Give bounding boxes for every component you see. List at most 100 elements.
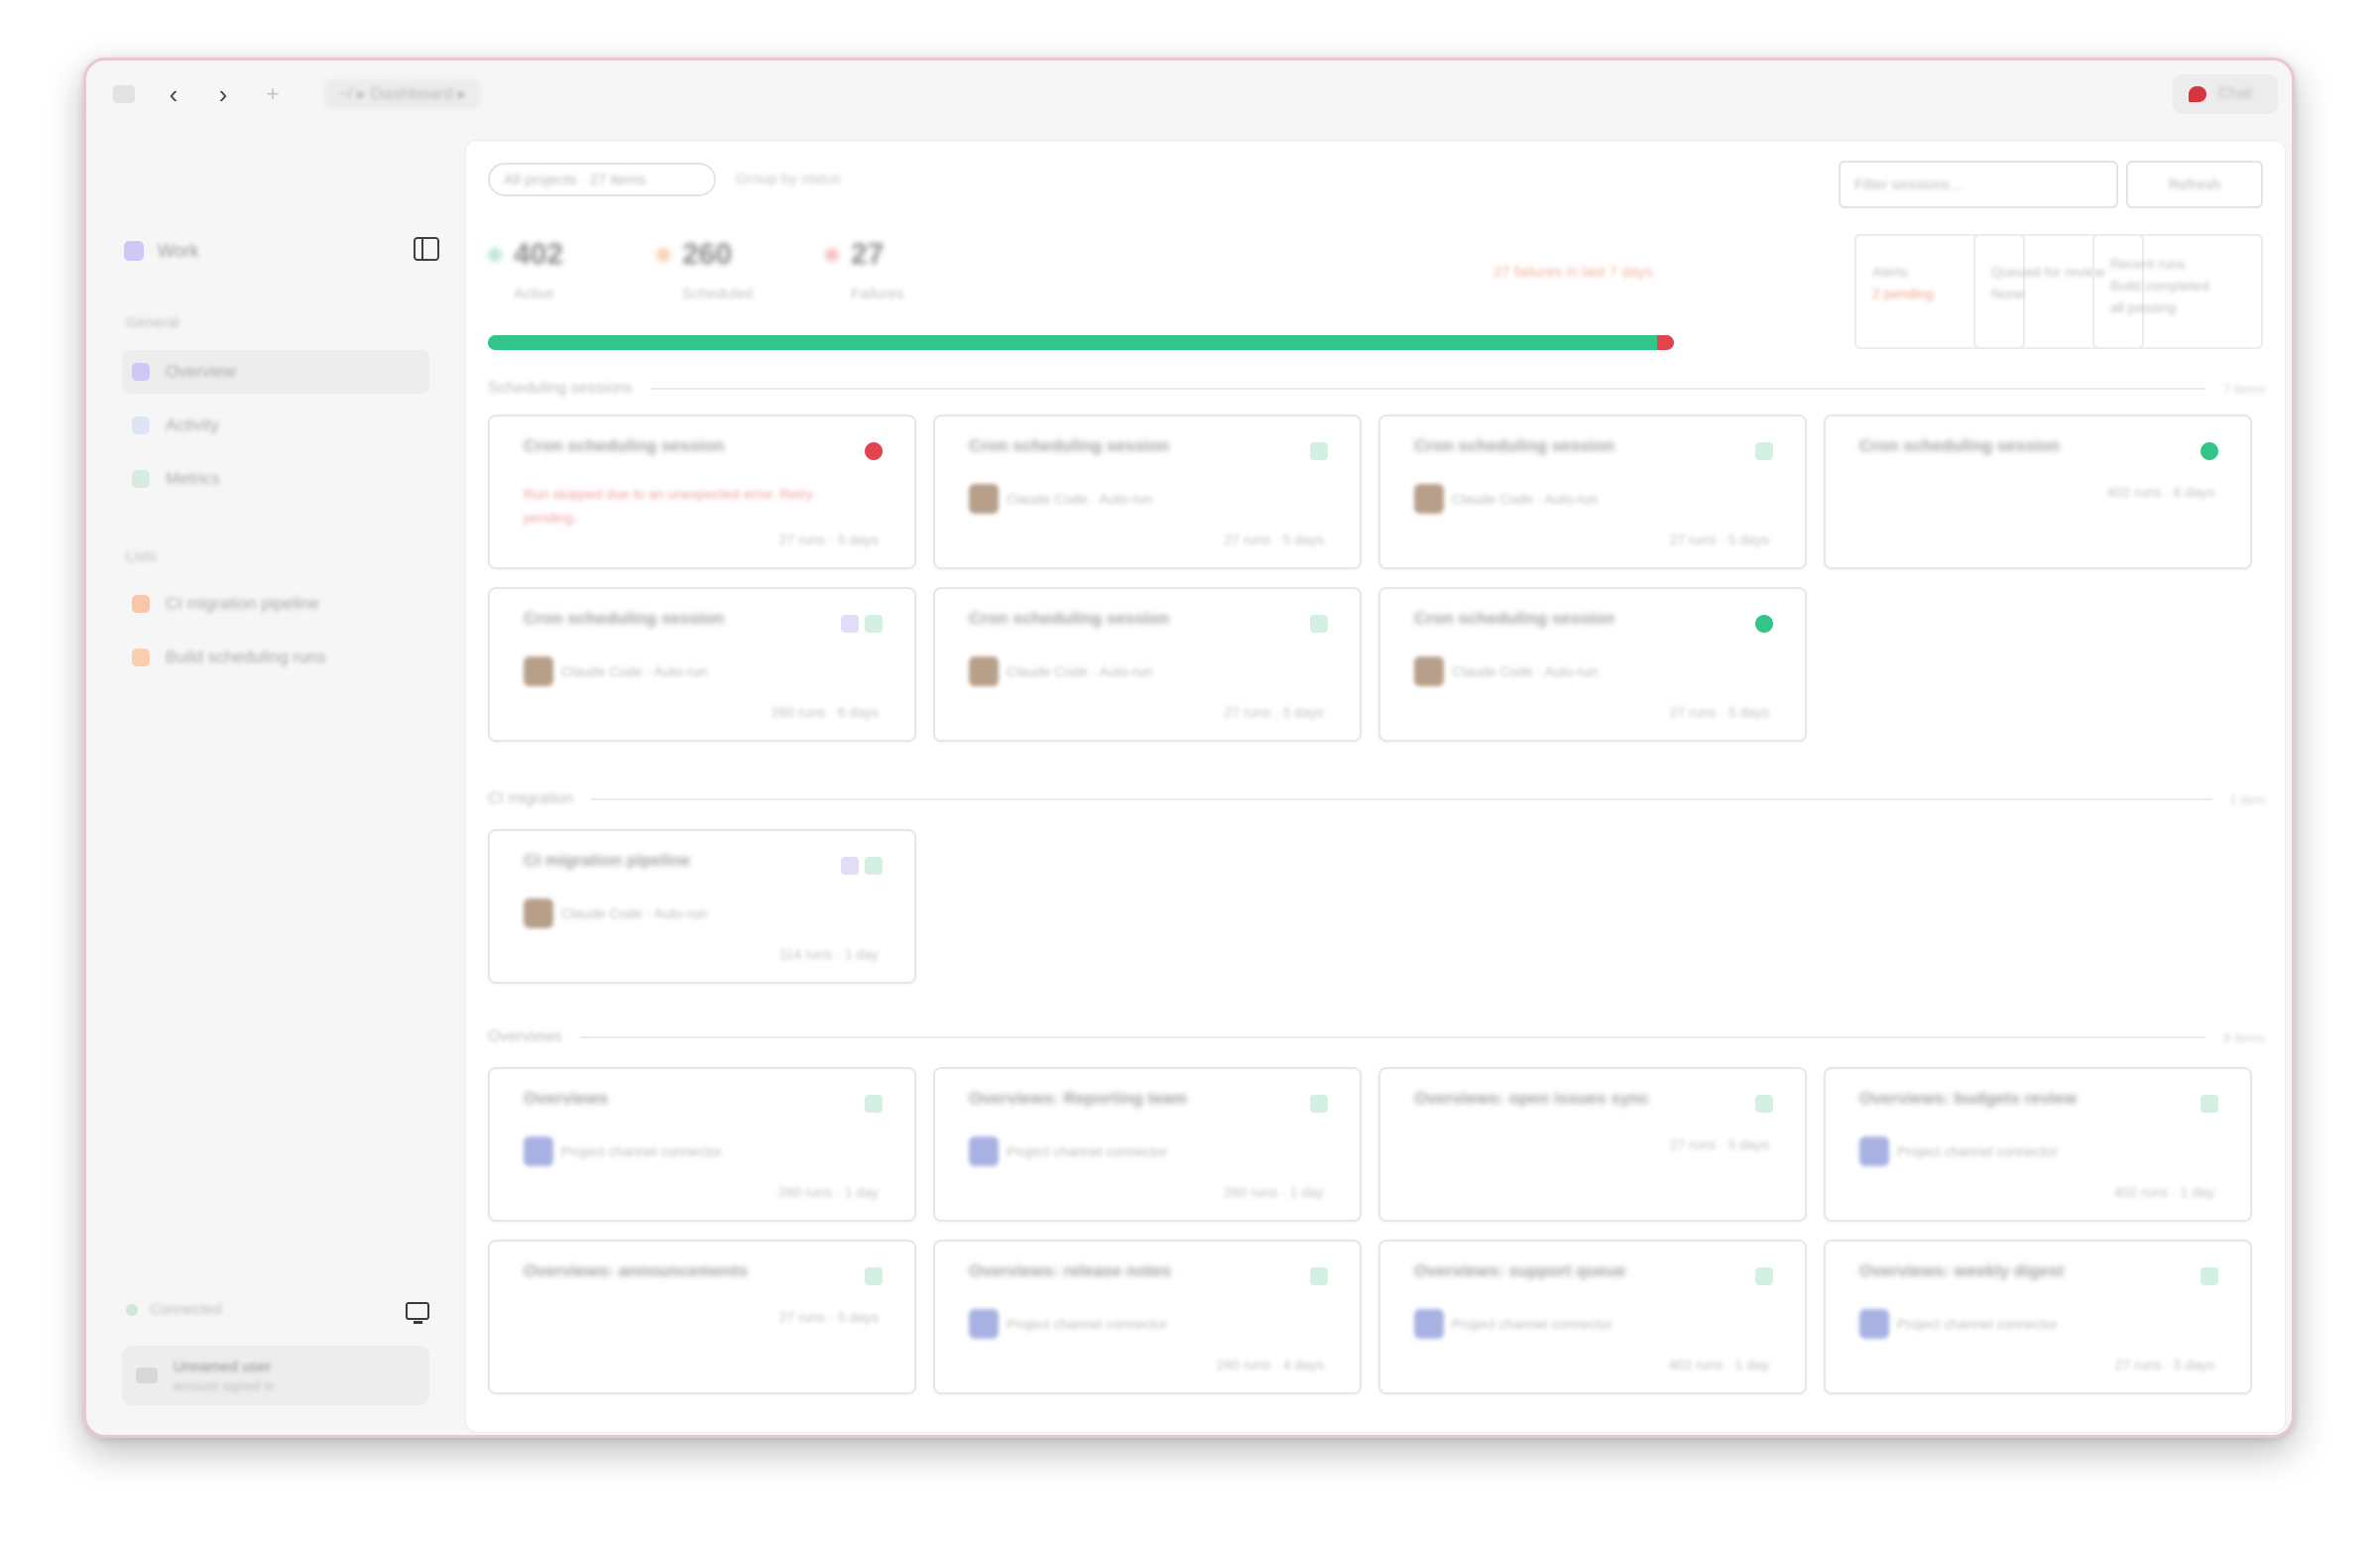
session-footer: 114 runs · 1 day	[778, 946, 879, 962]
mini-card-runs[interactable]: Recent runs Build completed all passing	[2092, 234, 2263, 349]
stat-scheduled: 260 Scheduled	[656, 238, 825, 302]
chat-button[interactable]: Chat	[2173, 74, 2278, 114]
main-panel: All projects · 27 items Group by status …	[465, 140, 2286, 1433]
workspace-switcher[interactable]: Work	[124, 231, 439, 271]
search-input[interactable]: Filter sessions...	[1839, 161, 2118, 208]
ok-status-icon	[865, 1267, 883, 1285]
session-footer: 402 runs · 6 days	[2106, 484, 2214, 500]
sidebar-item-metrics[interactable]: Metrics	[122, 457, 429, 501]
user-name: Unnamed user	[174, 1358, 272, 1375]
stat-label: Failures	[851, 286, 904, 302]
session-card[interactable]: Cron scheduling session Claude Code · Aut…	[933, 415, 1362, 569]
agent-avatar-icon	[524, 656, 553, 686]
app-window: ‹ › + ~/ ▸ Dashboard ▸ Chat Work General…	[83, 58, 2295, 1438]
sidebar-project-ci-migration[interactable]: CI migration pipeline	[122, 582, 429, 626]
session-meta: Claude Code · Auto-run	[524, 898, 707, 928]
group-header[interactable]: CI migration 1 item	[488, 787, 2265, 811]
session-meta: Claude Code · Auto-run	[1414, 656, 1598, 686]
sidebar-section-lists: Lists	[126, 548, 157, 565]
monitor-icon[interactable]	[406, 1302, 429, 1324]
session-card[interactable]: Overviews: release notes Project channel …	[933, 1240, 1362, 1394]
error-status-icon	[865, 442, 883, 460]
agent-avatar-icon	[969, 1309, 999, 1339]
session-card[interactable]: Cron scheduling session Claude Code · Aut…	[1378, 415, 1807, 569]
list-icon	[132, 595, 150, 613]
session-card[interactable]: Overviews: budgets review Project channel…	[1824, 1067, 2252, 1222]
session-card[interactable]: Overviews: Reporting team Project channel…	[933, 1067, 1362, 1222]
mini-card-value: Build completed	[2110, 278, 2209, 294]
refresh-button[interactable]: Refresh	[2126, 161, 2263, 208]
session-footer: 402 runs · 1 day	[2113, 1184, 2214, 1200]
ok-status-icon	[2201, 1267, 2218, 1285]
agent-avatar-icon	[1414, 484, 1444, 514]
plus-icon[interactable]: +	[255, 76, 291, 112]
session-card[interactable]: Overviews: announcements 27 runs · 5 days	[488, 1240, 916, 1394]
forward-icon[interactable]: ›	[205, 76, 241, 112]
session-footer: 27 runs · 5 days	[1224, 704, 1324, 720]
user-account[interactable]: Unnamed user account signed in	[122, 1346, 429, 1405]
session-card[interactable]: Overviews: weekly digest Project channel …	[1824, 1240, 2252, 1394]
session-title: Cron scheduling session	[969, 609, 1170, 628]
session-meta: Claude Code · Auto-run	[1414, 484, 1598, 514]
progress-ok-fill	[488, 335, 1658, 350]
agent-avatar-icon	[524, 1136, 553, 1166]
session-card[interactable]: Cron scheduling session Run stopped due t…	[488, 415, 916, 569]
progress-fail-fill	[1657, 335, 1674, 350]
sidebar-item-label: Overview	[166, 362, 236, 381]
group-header[interactable]: Scheduling sessions 7 items	[488, 377, 2265, 401]
group-title: CI migration	[488, 790, 574, 807]
session-meta-text: Project channel connector	[561, 1143, 722, 1159]
stats-row: 402 Active 260 Scheduled 27 Failures	[488, 238, 994, 302]
sidebar-toggle-icon[interactable]	[414, 237, 439, 261]
ok-status-icon	[1755, 1095, 1773, 1113]
stat-value: 402	[514, 238, 564, 271]
agent-avatar-icon	[1859, 1309, 1889, 1339]
sidebar: Work General Overview Activity Metrics L…	[86, 128, 465, 1435]
mini-card-value: all passing	[2110, 299, 2177, 315]
session-title: Overviews: support queue	[1414, 1261, 1626, 1280]
session-card[interactable]: CI migration pipeline Claude Code · Auto-…	[488, 829, 916, 984]
user-email: account signed in	[174, 1377, 275, 1393]
sidebar-section-general: General	[126, 314, 179, 331]
session-meta: Project channel connector	[524, 1136, 722, 1166]
session-title: Cron scheduling session	[1414, 436, 1615, 455]
session-title: Overviews: release notes	[969, 1261, 1172, 1280]
session-card[interactable]: Overviews: open issues sync 27 runs · 5 d…	[1378, 1067, 1807, 1222]
session-card[interactable]: Cron scheduling session Claude Code · Aut…	[488, 587, 916, 742]
breadcrumb[interactable]: ~/ ▸ Dashboard ▸	[324, 79, 481, 109]
session-meta: Claude Code · Auto-run	[969, 656, 1152, 686]
group-count: 8 items	[2223, 1029, 2265, 1045]
session-title: Overviews	[524, 1089, 609, 1108]
group-title: Overviews	[488, 1028, 562, 1045]
sidebar-item-activity[interactable]: Activity	[122, 404, 429, 447]
refresh-button-label: Refresh	[2168, 176, 2221, 193]
session-title: Overviews: open issues sync	[1414, 1089, 1650, 1108]
sidebar-project-label: CI migration pipeline	[166, 594, 319, 613]
session-card[interactable]: Overviews: support queue Project channel …	[1378, 1240, 1807, 1394]
sidebar-item-overview[interactable]: Overview	[122, 350, 429, 394]
session-title: Cron scheduling session	[524, 609, 725, 628]
avatar	[136, 1368, 158, 1383]
group-header[interactable]: Overviews 8 items	[488, 1025, 2265, 1049]
group-divider	[591, 798, 2212, 800]
list-icon	[132, 649, 150, 666]
stat-failures: 27 Failures	[825, 238, 994, 302]
session-card[interactable]: Cron scheduling session 402 runs · 6 days	[1824, 415, 2252, 569]
session-footer: 260 runs · 4 days	[1216, 1357, 1324, 1372]
session-title: Overviews: weekly digest	[1859, 1261, 2064, 1280]
filter-pill[interactable]: All projects · 27 items	[488, 163, 716, 196]
session-card[interactable]: Overviews Project channel connector 260 ru…	[488, 1067, 916, 1222]
connection-status-label: Connected	[150, 1301, 222, 1318]
session-footer: 27 runs · 5 days	[1669, 704, 1769, 720]
session-card[interactable]: Cron scheduling session Claude Code · Aut…	[1378, 587, 1807, 742]
agent-avatar-icon	[524, 898, 553, 928]
failure-warning[interactable]: 27 failures in last 7 days	[1493, 264, 1653, 281]
sidebar-project-scheduling[interactable]: Build scheduling runs	[122, 636, 429, 679]
back-icon[interactable]: ‹	[156, 76, 191, 112]
session-card[interactable]: Cron scheduling session Claude Code · Aut…	[933, 587, 1362, 742]
group-count: 1 item	[2229, 791, 2265, 807]
session-footer: 260 runs · 1 day	[777, 1184, 879, 1200]
group-by-label[interactable]: Group by status	[736, 171, 841, 187]
ok-status-icon	[1755, 1267, 1773, 1285]
app-grid-icon[interactable]	[106, 76, 142, 112]
